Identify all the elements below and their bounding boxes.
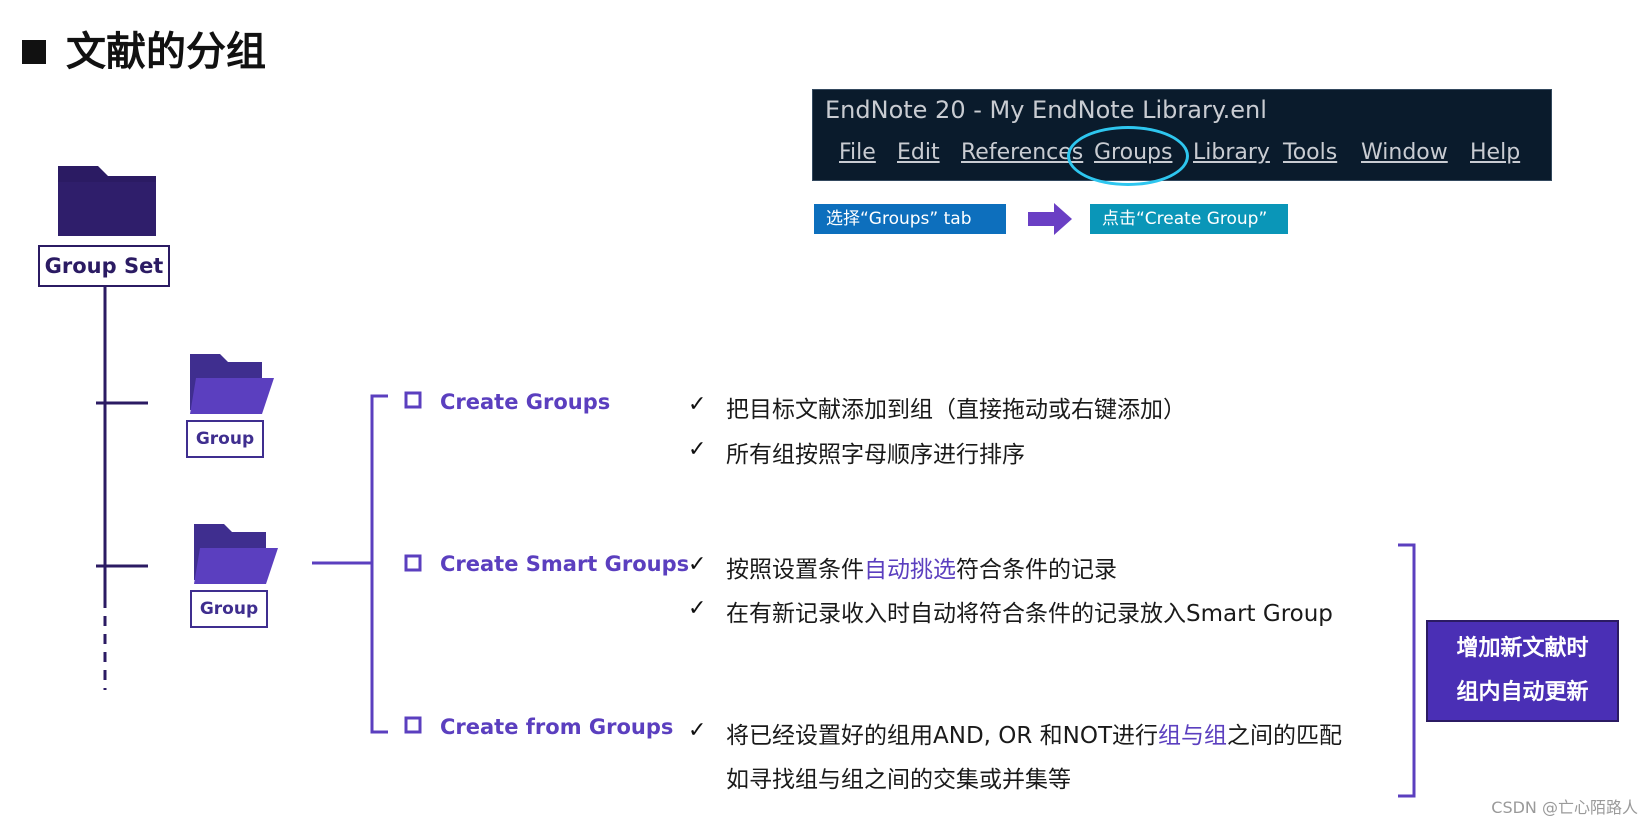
auto-update-note: 增加新文献时 组内自动更新 (1426, 620, 1619, 722)
checkbox-icon-from-groups (404, 716, 422, 734)
option-create-groups: Create Groups (440, 390, 611, 414)
menu-item-window[interactable]: Window (1361, 140, 1448, 165)
group-label-2: Group (190, 590, 268, 628)
check-icon: ✓ (688, 437, 707, 462)
smart-groups-desc-2: 在有新记录收入时自动将符合条件的记录放入Smart Group (726, 601, 1333, 627)
option-create-from-groups: Create from Groups (440, 715, 674, 739)
highlight-text: 自动挑选 (864, 557, 956, 583)
note-line-1: 增加新文献时 (1456, 636, 1589, 661)
groups-highlight-circle (1067, 126, 1189, 186)
right-arrow-icon (1028, 203, 1072, 235)
create-groups-desc-2: 所有组按照字母顺序进行排序 (726, 442, 1025, 468)
menu-item-references[interactable]: References (961, 140, 1083, 165)
check-icon: ✓ (688, 552, 707, 577)
checkbox-icon-smart-groups (404, 554, 422, 572)
menu-item-tools[interactable]: Tools (1283, 140, 1337, 165)
checkbox-icon-create-groups (404, 391, 422, 409)
options-bracket (370, 394, 388, 734)
group-set-label: Group Set (38, 245, 170, 287)
menu-item-edit[interactable]: Edit (897, 140, 940, 165)
window-title: EndNote 20 - My EndNote Library.enl (825, 96, 1267, 124)
menu-item-file[interactable]: File (839, 140, 876, 165)
smart-groups-desc-1: 按照设置条件自动挑选符合条件的记录 (726, 557, 1117, 583)
create-groups-desc-1: 把目标文献添加到组（直接拖动或右键添加） (726, 397, 1186, 423)
from-groups-desc-2: 如寻找组与组之间的交集或并集等 (726, 767, 1071, 793)
step-click-create-group: 点击“Create Group” (1090, 204, 1288, 234)
endnote-window: EndNote 20 - My EndNote Library.enl File… (812, 89, 1552, 186)
menu-item-help[interactable]: Help (1470, 140, 1520, 165)
check-icon: ✓ (688, 596, 707, 621)
menu-item-library[interactable]: Library (1193, 140, 1270, 165)
check-icon: ✓ (688, 392, 707, 417)
watermark: CSDN @亡心陌路人 (1491, 798, 1638, 817)
note-line-2: 组内自动更新 (1456, 680, 1589, 705)
option-create-smart-groups: Create Smart Groups (440, 552, 690, 576)
check-icon: ✓ (688, 718, 707, 743)
group-folder-icon-2 (194, 524, 278, 584)
smart-groups-bracket (1398, 543, 1416, 798)
step-select-groups-tab: 选择“Groups” tab (814, 204, 1006, 234)
group-label-1: Group (186, 420, 264, 458)
highlight-text: 组与组 (1158, 723, 1228, 749)
from-groups-desc-1: 将已经设置好的组用AND, OR 和NOT进行组与组之间的匹配 (726, 723, 1343, 749)
group-set-folder-icon (58, 166, 156, 236)
group-folder-icon-1 (190, 354, 274, 414)
